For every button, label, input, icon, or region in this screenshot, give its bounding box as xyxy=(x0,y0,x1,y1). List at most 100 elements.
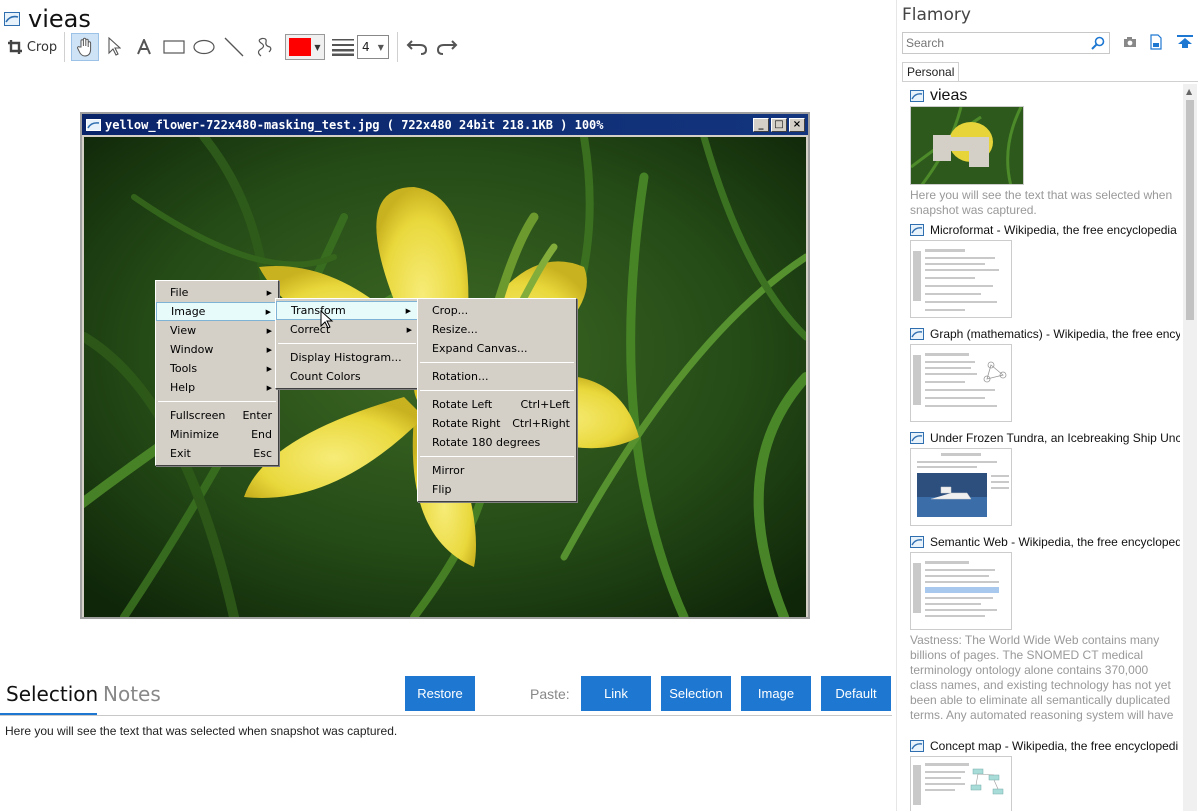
menu-item-display-histogram[interactable]: Display Histogram... xyxy=(276,348,418,367)
image-window-title: yellow_flower-722x480-masking_test.jpg (… xyxy=(105,117,604,132)
menu-item-help[interactable]: Help ▶ xyxy=(156,378,278,397)
list-item[interactable]: Concept map - Wikipedia, the free encycl… xyxy=(910,738,1180,811)
close-button[interactable]: × xyxy=(789,117,805,132)
tab-selection[interactable]: Selection xyxy=(6,682,98,706)
menu-item-image[interactable]: Image ▶ xyxy=(156,302,278,321)
pin-to-top-icon[interactable] xyxy=(1177,35,1193,49)
flamory-sidebar: Flamory Personal vieas xyxy=(896,0,1198,811)
restore-button[interactable]: Restore xyxy=(405,676,475,711)
toolbar-divider xyxy=(397,32,398,62)
snapshot-thumbnail xyxy=(910,240,1012,318)
vieas-app-icon xyxy=(86,118,101,131)
paste-link-button[interactable]: Link xyxy=(581,676,651,711)
hand-icon xyxy=(77,37,92,57)
ellipse-tool-button[interactable] xyxy=(189,33,219,61)
list-item[interactable]: Graph (mathematics) - Wikipedia, the fre… xyxy=(910,326,1180,422)
menu-item-rotate-left[interactable]: Rotate Left Ctrl+Left xyxy=(418,395,576,414)
snapshot-title-row: vieas xyxy=(910,88,1180,104)
mouse-cursor-icon xyxy=(320,310,334,329)
menu-item-label: View xyxy=(170,324,197,337)
tab-personal[interactable]: Personal xyxy=(902,62,960,82)
menu-shortcut: Esc xyxy=(253,447,272,460)
scroll-up-icon[interactable]: ▲ xyxy=(1186,87,1192,96)
line-width-button[interactable] xyxy=(331,33,355,61)
menu-item-exit[interactable]: Exit Esc xyxy=(156,444,278,463)
tab-divider xyxy=(902,81,1198,82)
paste-default-button[interactable]: Default xyxy=(821,676,891,711)
browser-page-icon xyxy=(910,432,924,444)
menu-item-minimize[interactable]: Minimize End xyxy=(156,425,278,444)
snapshot-title-row: Under Frozen Tundra, an Icebreaking Ship… xyxy=(910,430,1180,446)
snapshot-title-row: Graph (mathematics) - Wikipedia, the fre… xyxy=(910,326,1180,342)
color-picker-button[interactable]: ▼ xyxy=(285,34,325,60)
menu-item-label: Help xyxy=(170,381,196,394)
freehand-tool-button[interactable] xyxy=(249,33,279,61)
snapshot-title: Semantic Web - Wikipedia, the free encyc… xyxy=(930,535,1180,549)
menu-item-file[interactable]: File ▶ xyxy=(156,283,278,302)
menu-item-mirror[interactable]: Mirror xyxy=(418,461,576,480)
redo-button[interactable] xyxy=(432,33,462,61)
maximize-button[interactable]: □ xyxy=(771,117,787,132)
snapshot-list: vieas Here you will see the text that wa… xyxy=(897,84,1183,811)
crop-button[interactable]: Crop xyxy=(4,33,60,61)
menu-item-view[interactable]: View ▶ xyxy=(156,321,278,340)
menu-item-label: Rotate 180 degrees xyxy=(432,436,541,449)
menu-item-crop[interactable]: Crop... xyxy=(418,301,576,320)
menu-item-tools[interactable]: Tools ▶ xyxy=(156,359,278,378)
line-tool-button[interactable] xyxy=(219,33,249,61)
paste-image-button[interactable]: Image xyxy=(741,676,811,711)
select-tool-button[interactable] xyxy=(99,33,129,61)
menu-item-label: Minimize xyxy=(170,428,219,441)
menu-item-rotate-right[interactable]: Rotate Right Ctrl+Right xyxy=(418,414,576,433)
menu-item-label: Count Colors xyxy=(290,370,361,383)
line-width-select[interactable]: 4 ▼ xyxy=(357,35,389,59)
menu-item-label: Transform xyxy=(291,304,346,317)
minimize-button[interactable]: _ xyxy=(753,117,769,132)
list-item[interactable]: Semantic Web - Wikipedia, the free encyc… xyxy=(910,534,1180,723)
snapshot-title: Under Frozen Tundra, an Icebreaking Ship… xyxy=(930,431,1180,445)
menu-item-transform[interactable]: Transform ▶ xyxy=(276,301,418,320)
text-tool-button[interactable] xyxy=(129,33,159,61)
menu-item-expand-canvas[interactable]: Expand Canvas... xyxy=(418,339,576,358)
snapshot-title: Graph (mathematics) - Wikipedia, the fre… xyxy=(930,327,1180,341)
snapshot-title-row: Semantic Web - Wikipedia, the free encyc… xyxy=(910,534,1180,550)
menu-separator xyxy=(158,401,276,402)
menu-item-fullscreen[interactable]: Fullscreen Enter xyxy=(156,406,278,425)
menu-item-rotation[interactable]: Rotation... xyxy=(418,367,576,386)
menu-item-resize[interactable]: Resize... xyxy=(418,320,576,339)
crop-label: Crop xyxy=(26,39,58,55)
scrollbar-thumb[interactable] xyxy=(1186,100,1194,320)
browser-page-icon xyxy=(910,740,924,752)
list-item[interactable]: Microformat - Wikipedia, the free encycl… xyxy=(910,222,1180,318)
crop-icon xyxy=(7,40,22,54)
menu-item-count-colors[interactable]: Count Colors xyxy=(276,367,418,386)
rectangle-tool-button[interactable] xyxy=(159,33,189,61)
app-title: vieas xyxy=(28,5,91,33)
selection-text: Here you will see the text that was sele… xyxy=(5,724,398,738)
sidebar-scrollbar[interactable]: ▲ xyxy=(1183,84,1197,811)
document-icon[interactable] xyxy=(1150,34,1162,50)
color-swatch xyxy=(289,38,311,56)
snapshot-thumbnail xyxy=(910,448,1012,526)
search-icon[interactable] xyxy=(1091,36,1105,50)
tab-notes[interactable]: Notes xyxy=(103,682,161,706)
paste-selection-button[interactable]: Selection xyxy=(661,676,731,711)
menu-item-rotate-180[interactable]: Rotate 180 degrees xyxy=(418,433,576,452)
menu-item-label: Rotate Right xyxy=(432,417,501,430)
image-window-titlebar[interactable]: yellow_flower-722x480-masking_test.jpg (… xyxy=(82,114,808,135)
snapshot-title: Concept map - Wikipedia, the free encycl… xyxy=(930,739,1179,753)
menu-separator xyxy=(420,456,574,457)
list-item[interactable]: vieas Here you will see the text that wa… xyxy=(910,88,1180,218)
menu-item-flip[interactable]: Flip xyxy=(418,480,576,499)
snapshot-thumbnail xyxy=(910,344,1012,422)
menu-item-window[interactable]: Window ▶ xyxy=(156,340,278,359)
undo-button[interactable] xyxy=(402,33,432,61)
line-width-value: 4 xyxy=(362,40,370,54)
menu-item-correct[interactable]: Correct ▶ xyxy=(276,320,418,339)
pan-tool-button[interactable] xyxy=(71,33,99,61)
menu-item-label: Resize... xyxy=(432,323,478,336)
arrow-cursor-icon xyxy=(108,37,121,56)
list-item[interactable]: Under Frozen Tundra, an Icebreaking Ship… xyxy=(910,430,1180,526)
search-input[interactable] xyxy=(906,36,1086,50)
camera-icon[interactable] xyxy=(1123,36,1137,48)
